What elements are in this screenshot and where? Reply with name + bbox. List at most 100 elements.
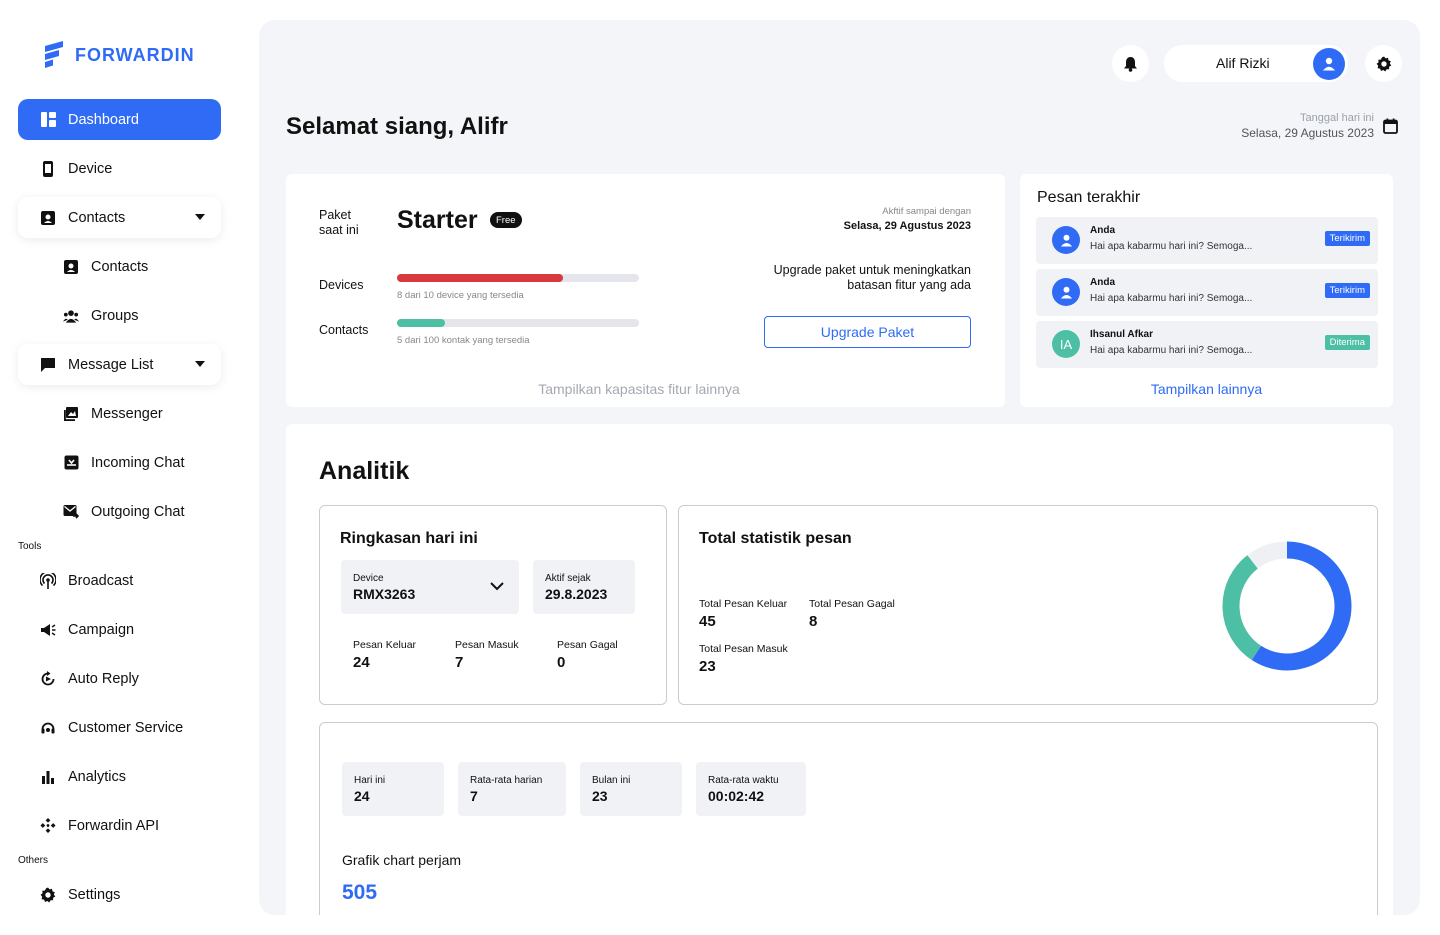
stat-value: 45: [699, 613, 716, 630]
sidebar-item-label: Auto Reply: [68, 670, 139, 687]
stat-label: Total Pesan Gagal: [809, 598, 895, 610]
status-badge: Terikirim: [1324, 283, 1370, 298]
active-until-date: Selasa, 29 Agustus 2023: [843, 220, 971, 232]
devices-progress-fill: [397, 274, 564, 282]
sidebar-item-analytics[interactable]: Analytics: [18, 756, 221, 797]
sidebar-item-customer-service[interactable]: Customer Service: [18, 707, 221, 748]
active-since-chip: Aktif sejak 29.8.2023: [533, 560, 635, 614]
outbox-icon: [63, 504, 79, 520]
stat-chip: Hari ini 24: [342, 762, 444, 816]
stat-value: 8: [809, 613, 818, 630]
contacts-hint: 5 dari 100 kontak yang tersedia: [397, 335, 530, 346]
section-label-tools: Tools: [18, 541, 42, 552]
sidebar-item-forwardin-api[interactable]: Forwardin API: [18, 805, 221, 846]
sidebar-item-messenger[interactable]: Messenger: [18, 393, 221, 434]
sidebar-item-contacts-group[interactable]: Contacts: [18, 197, 221, 238]
broadcast-icon: [40, 572, 56, 589]
sidebar-item-device[interactable]: Device: [18, 148, 221, 189]
auto-reply-icon: [40, 670, 56, 687]
recent-messages-card: Pesan terakhir Anda Hai apa kabarmu hari …: [1020, 174, 1393, 407]
sidebar-item-message-list-group[interactable]: Message List: [18, 344, 221, 385]
today-summary-title: Ringkasan hari ini: [340, 530, 478, 547]
message-sender: Ihsanul Afkar: [1090, 329, 1153, 340]
stat-pesan-gagal: Pesan Gagal 0: [557, 639, 618, 671]
stat-label: Rata-rata waktu: [708, 775, 779, 786]
brand-name: FORWARDIN: [75, 44, 195, 65]
devices-label: Devices: [319, 278, 364, 292]
avatar: IA: [1052, 330, 1080, 358]
sidebar-item-incoming-chat[interactable]: Incoming Chat: [18, 442, 221, 483]
stat-label: Total Pesan Keluar: [699, 598, 788, 610]
main-content: Alif Rizki Selamat siang, Alifr Tanggal …: [259, 20, 1420, 915]
hourly-chart-title: Grafik chart perjam: [342, 852, 462, 868]
calendar-icon[interactable]: [1383, 118, 1398, 134]
forwardin-logo-icon: [45, 41, 63, 68]
stat-value: 24: [354, 788, 370, 804]
message-sender: Anda: [1090, 277, 1115, 288]
headset-icon: [40, 720, 56, 736]
bell-icon: [1124, 56, 1137, 72]
device-select-label: Device: [353, 573, 384, 584]
user-menu[interactable]: Alif Rizki: [1164, 45, 1348, 82]
device-select[interactable]: Device RMX3263: [341, 560, 519, 614]
gear-icon: [40, 887, 56, 903]
user-icon: [1323, 57, 1335, 70]
user-name: Alif Rizki: [1216, 55, 1270, 71]
stat-chip: Rata-rata harian 7: [458, 762, 566, 816]
message-stats-donut-chart: [1222, 541, 1352, 671]
avatar: [1052, 278, 1080, 306]
chevron-down-icon: [490, 582, 504, 591]
stat-label: Pesan Masuk: [455, 639, 519, 651]
contacts-label: Contacts: [319, 323, 369, 337]
sidebar-item-broadcast[interactable]: Broadcast: [18, 560, 221, 601]
stat-chip: Bulan ini 23: [580, 762, 682, 816]
device-select-value: RMX3263: [353, 586, 416, 602]
show-more-capacity-link[interactable]: Tampilkan kapasitas fitur lainnya: [286, 381, 992, 397]
avatar[interactable]: [1313, 47, 1345, 80]
message-icon: [40, 357, 56, 373]
dashboard-icon: [40, 112, 56, 128]
sidebar-item-contacts[interactable]: Contacts: [18, 246, 221, 287]
settings-button[interactable]: [1365, 45, 1402, 82]
sidebar-item-label: Forwardin API: [68, 817, 160, 834]
upgrade-text: Upgrade paket untuk meningkatkan batasan…: [773, 263, 971, 292]
status-badge: Diterima: [1324, 335, 1370, 350]
stat-pesan-masuk: Pesan Masuk 7: [455, 639, 519, 671]
chevron-down-icon: [195, 361, 205, 367]
hourly-chart-total: 505: [342, 881, 378, 904]
sidebar-item-auto-reply[interactable]: Auto Reply: [18, 658, 221, 699]
message-row[interactable]: Anda Hai apa kabarmu hari ini? Semoga... T…: [1036, 269, 1378, 316]
message-row[interactable]: IA Ihsanul Afkar Hai apa kabarmu hari ini?…: [1036, 321, 1378, 368]
sidebar-item-groups[interactable]: Groups: [18, 295, 221, 336]
donut-slice-total-pesan-keluar: [1251, 541, 1352, 671]
plan-badge: Free: [490, 212, 522, 228]
api-icon: [40, 817, 56, 834]
sidebar-item-outgoing-chat[interactable]: Outgoing Chat: [18, 491, 221, 532]
date-label: Tanggal hari ini: [1300, 112, 1374, 124]
upgrade-button[interactable]: Upgrade Paket: [764, 316, 971, 348]
sidebar-item-label: Customer Service: [68, 719, 184, 736]
status-badge: Terikirim: [1324, 231, 1370, 246]
active-since-value: 29.8.2023: [545, 586, 608, 602]
user-icon: [1060, 286, 1072, 299]
brand-logo[interactable]: FORWARDIN: [43, 40, 195, 70]
donut-slice-total-pesan-gagal: [1247, 541, 1288, 569]
sidebar-item-campaign[interactable]: Campaign: [18, 609, 221, 650]
stat-value: 00:02:42: [708, 788, 765, 804]
message-row[interactable]: Anda Hai apa kabarmu hari ini? Semoga... T…: [1036, 217, 1378, 264]
stat-value: 7: [455, 654, 464, 671]
page-title: Selamat siang, Alifr: [286, 113, 508, 140]
total-gagal: Total Pesan Gagal 8: [809, 598, 895, 630]
contacts-progress-bar: [397, 319, 639, 327]
devices-progress-bar: [397, 274, 639, 282]
sidebar-item-dashboard[interactable]: Dashboard: [18, 99, 221, 140]
show-more-messages-link[interactable]: Tampilkan lainnya: [1020, 381, 1393, 397]
bar-chart-icon: [40, 769, 56, 785]
megaphone-icon: [40, 622, 56, 638]
messenger-icon: [63, 406, 79, 422]
date-value: Selasa, 29 Agustus 2023: [1241, 126, 1374, 140]
donut-slice-total-pesan-masuk: [1222, 555, 1262, 660]
message-preview: Hai apa kabarmu hari ini? Semoga...: [1090, 293, 1253, 304]
notification-button[interactable]: [1112, 45, 1149, 82]
sidebar-item-settings[interactable]: Settings: [18, 874, 221, 915]
